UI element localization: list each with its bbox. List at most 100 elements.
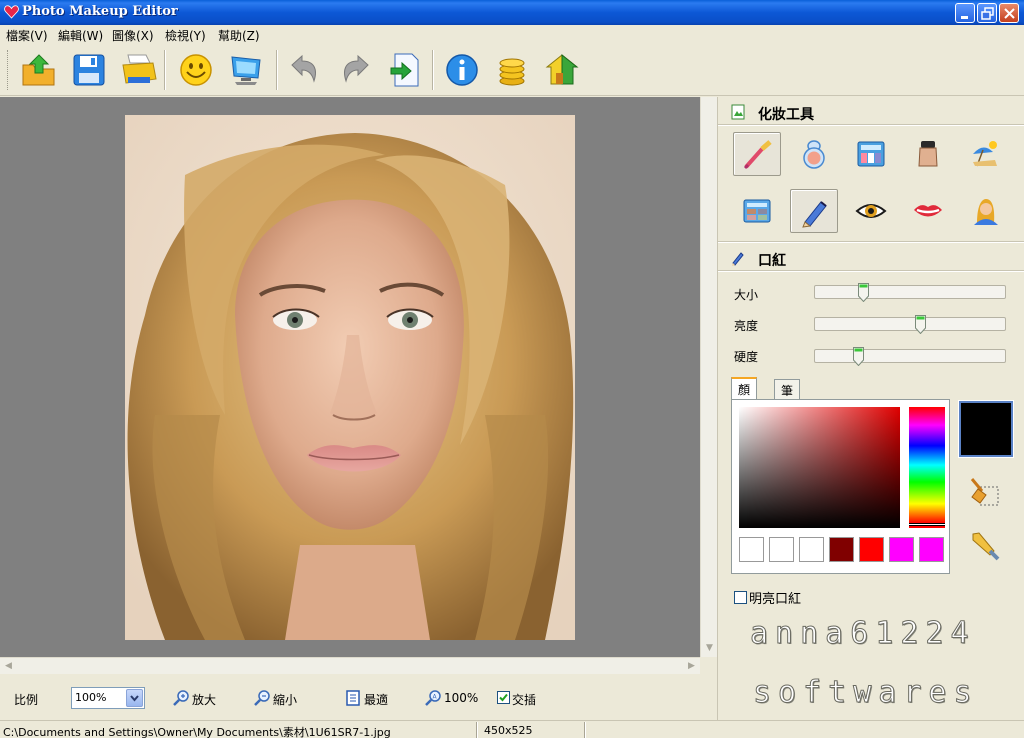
broom-icon [970, 478, 999, 506]
tool-skin[interactable] [961, 189, 1009, 233]
zoom-bar: 比例 100% 放大 縮小 最適 A 100% 交插 [0, 674, 717, 720]
swatch[interactable] [829, 537, 854, 562]
scroll-left-icon[interactable]: ◀ [0, 658, 17, 675]
eyedropper-button[interactable] [968, 529, 1002, 563]
clear-color-button[interactable] [968, 475, 1002, 509]
home-button[interactable] [543, 51, 581, 89]
tool-powder[interactable] [790, 132, 838, 176]
close-button[interactable] [999, 3, 1019, 23]
swatch[interactable] [919, 537, 944, 562]
tool-tan[interactable] [961, 132, 1009, 176]
image-canvas[interactable] [0, 97, 700, 657]
open-button[interactable] [20, 51, 58, 89]
swatch[interactable] [859, 537, 884, 562]
menu-view[interactable]: 檢視(Y) [165, 27, 206, 44]
tool-eye[interactable] [847, 189, 895, 233]
eye-icon [855, 204, 887, 218]
menu-bar: 檔案(V) 編輯(W) 圖像(X) 檢視(Y) 幫助(Z) [0, 25, 1024, 44]
swatch[interactable] [739, 537, 764, 562]
size-slider[interactable] [814, 283, 1006, 302]
actual-size-icon: A [425, 690, 441, 706]
heart-icon [4, 5, 19, 19]
tool-palette-box[interactable] [847, 132, 895, 176]
swatch[interactable] [889, 537, 914, 562]
horizontal-scrollbar[interactable]: ◀ ▶ [0, 657, 700, 674]
toolbar-grip[interactable] [7, 50, 10, 90]
menu-file[interactable]: 檔案(V) [6, 27, 48, 44]
pencil-icon [802, 201, 827, 228]
face-button[interactable] [177, 51, 215, 89]
makeup-tools-icon [731, 104, 745, 120]
interpolate-checkbox[interactable] [497, 691, 510, 704]
chevron-down-icon[interactable] [126, 689, 143, 707]
menu-help[interactable]: 幫助(Z) [218, 27, 260, 44]
color-picker [731, 399, 950, 574]
makeup-tools-header: 化妝工具 [718, 99, 1024, 125]
brush-icon [743, 140, 772, 170]
brightness-slider[interactable] [814, 315, 1006, 334]
info-icon [446, 54, 478, 86]
status-dimensions: 450x525 [484, 724, 533, 737]
coins-icon [499, 58, 525, 86]
hue-marker[interactable] [909, 523, 945, 526]
save-button[interactable] [70, 51, 108, 89]
zoom-select[interactable]: 100% [71, 687, 145, 709]
undo-button[interactable] [286, 51, 324, 89]
scroll-right-icon[interactable]: ▶ [683, 658, 700, 675]
export-button[interactable] [386, 51, 424, 89]
portrait-photo[interactable] [125, 115, 575, 640]
print-button[interactable] [120, 51, 158, 89]
current-color[interactable] [958, 400, 1014, 458]
redo-icon [344, 54, 369, 83]
tool-lipstick-brush[interactable] [733, 132, 781, 176]
tab-brush[interactable]: 筆刷 [774, 379, 801, 415]
smiley-icon [180, 54, 212, 86]
tool-eyeshadow[interactable] [733, 189, 781, 233]
menu-edit[interactable]: 編輯(W) [58, 27, 103, 44]
compact-icon [803, 140, 825, 169]
home-icon [545, 53, 579, 85]
title-bar: Photo Makeup Editor [0, 0, 1024, 25]
purchase-button[interactable] [493, 51, 531, 89]
hardness-label: 硬度 [734, 350, 759, 364]
person-icon [974, 199, 998, 225]
watermark-line-1: anna61224 [750, 616, 976, 652]
saturation-value-picker[interactable] [739, 407, 900, 528]
close-icon [1004, 8, 1015, 19]
slider-thumb[interactable] [853, 347, 864, 366]
scroll-down-icon[interactable]: ▼ [701, 640, 718, 657]
tool-foundation[interactable] [904, 132, 952, 176]
slider-thumb[interactable] [858, 283, 869, 302]
minimize-button[interactable] [955, 3, 975, 23]
hardness-slider[interactable] [814, 347, 1006, 366]
status-bar: C:\Documents and Settings\Owner\My Docum… [0, 720, 1024, 738]
monitor-icon [231, 56, 261, 85]
display-button[interactable] [227, 51, 265, 89]
swatch[interactable] [769, 537, 794, 562]
brightness-label: 亮度 [734, 319, 759, 333]
redo-button[interactable] [336, 51, 374, 89]
tool-lip-pencil[interactable] [790, 189, 838, 233]
bright-lipstick-label: 明亮口紅 [749, 592, 802, 607]
lipstick-header: 口紅 [718, 245, 1024, 271]
checkmark-icon [499, 693, 508, 702]
vertical-scrollbar[interactable]: ▼ [700, 97, 717, 657]
open-icon [22, 54, 55, 86]
slider-thumb[interactable] [915, 315, 926, 334]
restore-button[interactable] [977, 3, 997, 23]
bright-lipstick-checkbox[interactable] [734, 591, 747, 604]
palette-box-icon [857, 141, 885, 167]
zoom-value: 100% [75, 691, 107, 704]
eyeshadow-icon [743, 199, 771, 223]
window-title: Photo Makeup Editor [22, 4, 178, 19]
size-label: 大小 [734, 288, 759, 302]
status-file-path: C:\Documents and Settings\Owner\My Docum… [3, 726, 391, 738]
tool-lips[interactable] [904, 189, 952, 233]
export-icon [390, 53, 419, 87]
tab-color[interactable]: 顏色 [731, 377, 758, 414]
menu-image[interactable]: 圖像(X) [112, 27, 154, 44]
info-button[interactable] [443, 51, 481, 89]
swatch[interactable] [799, 537, 824, 562]
hue-slider[interactable] [909, 407, 945, 528]
toolbar [0, 44, 1024, 96]
